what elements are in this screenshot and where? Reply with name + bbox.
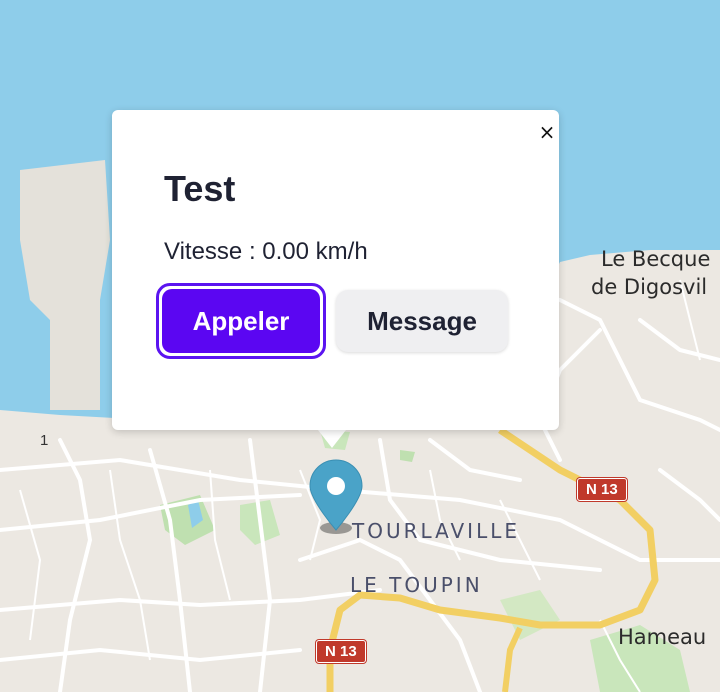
road-shield-n13-bottom: N 13 [316, 640, 366, 663]
place-label-tourlaville: TOURLAVILLE [352, 519, 520, 543]
road-shield-n13-top: N 13 [577, 478, 627, 501]
place-label-le-becquet-line2: de Digosvil [591, 275, 708, 299]
marker-popup: × Test Vitesse : 0.00 km/h Appeler Messa… [112, 110, 559, 430]
speed-text: Vitesse : 0.00 km/h [164, 238, 368, 265]
place-label-le-becquet-line1: Le Becque [601, 247, 711, 271]
popup-tip [318, 430, 346, 448]
call-button-label: Appeler [162, 289, 320, 353]
road-number-1: 1 [40, 432, 49, 449]
close-icon[interactable]: × [535, 120, 559, 144]
place-label-le-toupin: LE TOUPIN [350, 573, 483, 597]
call-button[interactable]: Appeler [156, 283, 326, 359]
popup-title: Test [164, 168, 236, 209]
message-button[interactable]: Message [336, 290, 508, 352]
place-label-hameau: Hameau [618, 625, 707, 649]
